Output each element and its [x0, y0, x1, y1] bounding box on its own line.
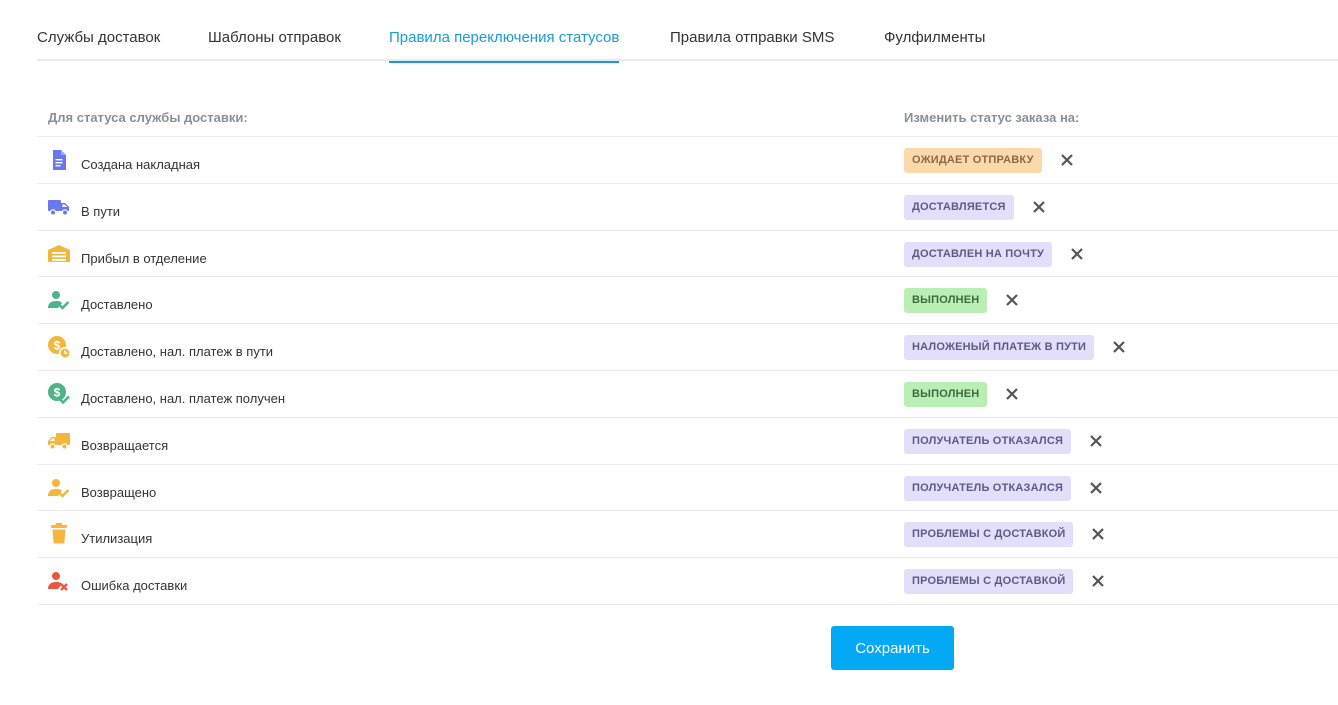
tab-status-rules[interactable]: Правила переключения статусов [389, 29, 620, 63]
remove-rule-button[interactable] [1088, 524, 1108, 544]
table-row: $ Доставлено, нал. платеж в пути НАЛОЖЕН… [37, 324, 1338, 371]
svg-text:$: $ [54, 385, 61, 399]
table-header: Для статуса службы доставки: Изменить ст… [37, 96, 1338, 137]
table-row: Возвращается ПОЛУЧАТЕЛЬ ОТКАЗАЛСЯ [37, 418, 1338, 465]
order-status-badge[interactable]: ОЖИДАЕТ ОТПРАВКУ [904, 148, 1042, 173]
delivery-status-label: В пути [81, 203, 121, 219]
close-icon [1092, 528, 1104, 541]
order-status-badge[interactable]: ПРОБЛЕМЫ С ДОСТАВКОЙ [904, 569, 1074, 595]
trash-icon [47, 522, 71, 546]
remove-rule-button[interactable] [1088, 571, 1108, 591]
close-icon [1090, 435, 1102, 447]
tabs-bar: Службы доставок Шаблоны отправок Правила… [37, 0, 1338, 63]
table-row: Ошибка доставки ПРОБЛЕМЫ С ДОСТАВКОЙ [37, 558, 1338, 605]
close-icon [1006, 388, 1018, 400]
tab-fulfillments[interactable]: Фулфилменты [884, 29, 985, 61]
document-icon [47, 148, 71, 172]
order-status-badge[interactable]: ВЫПОЛНЕН [904, 381, 988, 407]
order-status-badge[interactable]: ВЫПОЛНЕН [904, 288, 988, 314]
money-clock-icon: $ [47, 335, 71, 360]
user-return-icon [47, 476, 71, 500]
remove-rule-button[interactable] [1086, 431, 1106, 451]
truck-icon [47, 195, 71, 219]
remove-rule-button[interactable] [1109, 337, 1129, 357]
table-row: Утилизация ПРОБЛЕМЫ С ДОСТАВКОЙ [37, 511, 1338, 559]
user-error-icon [47, 569, 71, 593]
tab-delivery-services[interactable]: Службы доставок [37, 29, 160, 61]
close-icon [1090, 481, 1102, 494]
remove-rule-button[interactable] [1067, 244, 1087, 264]
delivery-status-label: Доставлено, нал. платеж в пути [81, 344, 274, 360]
table-row: В пути ДОСТАВЛЯЕТСЯ [37, 184, 1338, 231]
order-status-badge[interactable]: ДОСТАВЛЯЕТСЯ [904, 194, 1014, 220]
truck-return-icon [47, 429, 71, 453]
user-check-icon [47, 288, 71, 312]
delivery-status-label: Доставлено, нал. платеж получен [81, 390, 286, 406]
remove-rule-button[interactable] [1086, 478, 1106, 498]
delivery-status-label: Ошибка доставки [81, 578, 188, 594]
close-icon [1071, 247, 1083, 260]
tab-sms-rules[interactable]: Правила отправки SMS [670, 29, 834, 61]
column-header-order-status: Изменить статус заказа на: [904, 110, 1080, 125]
close-icon [1006, 294, 1018, 307]
tab-shipment-templates[interactable]: Шаблоны отправок [208, 29, 341, 61]
order-status-badge[interactable]: ПРОБЛЕМЫ С ДОСТАВКОЙ [904, 522, 1074, 548]
status-rules-table: Для статуса службы доставки: Изменить ст… [37, 96, 1338, 605]
delivery-status-label: Утилизация [81, 531, 153, 547]
close-icon [1113, 341, 1125, 353]
table-row: Прибыл в отделение ДОСТАВЛЕН НА ПОЧТУ [37, 231, 1338, 278]
save-button[interactable]: Сохранить [831, 626, 954, 670]
delivery-status-label: Возвращено [81, 484, 157, 500]
remove-rule-button[interactable] [1002, 384, 1022, 404]
delivery-status-label: Прибыл в отделение [81, 250, 207, 266]
remove-rule-button[interactable] [1057, 150, 1077, 170]
remove-rule-button[interactable] [1029, 197, 1049, 217]
order-status-badge[interactable]: ДОСТАВЛЕН НА ПОЧТУ [904, 241, 1053, 267]
table-row: Возвращено ПОЛУЧАТЕЛЬ ОТКАЗАЛСЯ [37, 465, 1338, 512]
table-row: $ Доставлено, нал. платеж получен ВЫПОЛН… [37, 371, 1338, 418]
delivery-status-label: Доставлено [81, 297, 153, 313]
delivery-status-label: Возвращается [81, 437, 169, 453]
order-status-badge[interactable]: НАЛОЖЕНЫЙ ПЛАТЕЖ В ПУТИ [904, 335, 1095, 361]
close-icon [1092, 575, 1104, 587]
table-row: Создана накладная ОЖИДАЕТ ОТПРАВКУ [37, 137, 1338, 184]
column-header-delivery-status: Для статуса службы доставки: [48, 110, 248, 125]
order-status-badge[interactable]: ПОЛУЧАТЕЛЬ ОТКАЗАЛСЯ [904, 475, 1072, 501]
table-row: Доставлено ВЫПОЛНЕН [37, 277, 1338, 325]
close-icon [1061, 154, 1073, 166]
order-status-badge[interactable]: ПОЛУЧАТЕЛЬ ОТКАЗАЛСЯ [904, 428, 1072, 454]
delivery-status-label: Создана накладная [81, 157, 201, 172]
close-icon [1033, 201, 1045, 213]
money-check-icon: $ [47, 382, 71, 406]
svg-text:$: $ [54, 339, 61, 353]
warehouse-icon [47, 242, 71, 266]
remove-rule-button[interactable] [1002, 290, 1022, 310]
